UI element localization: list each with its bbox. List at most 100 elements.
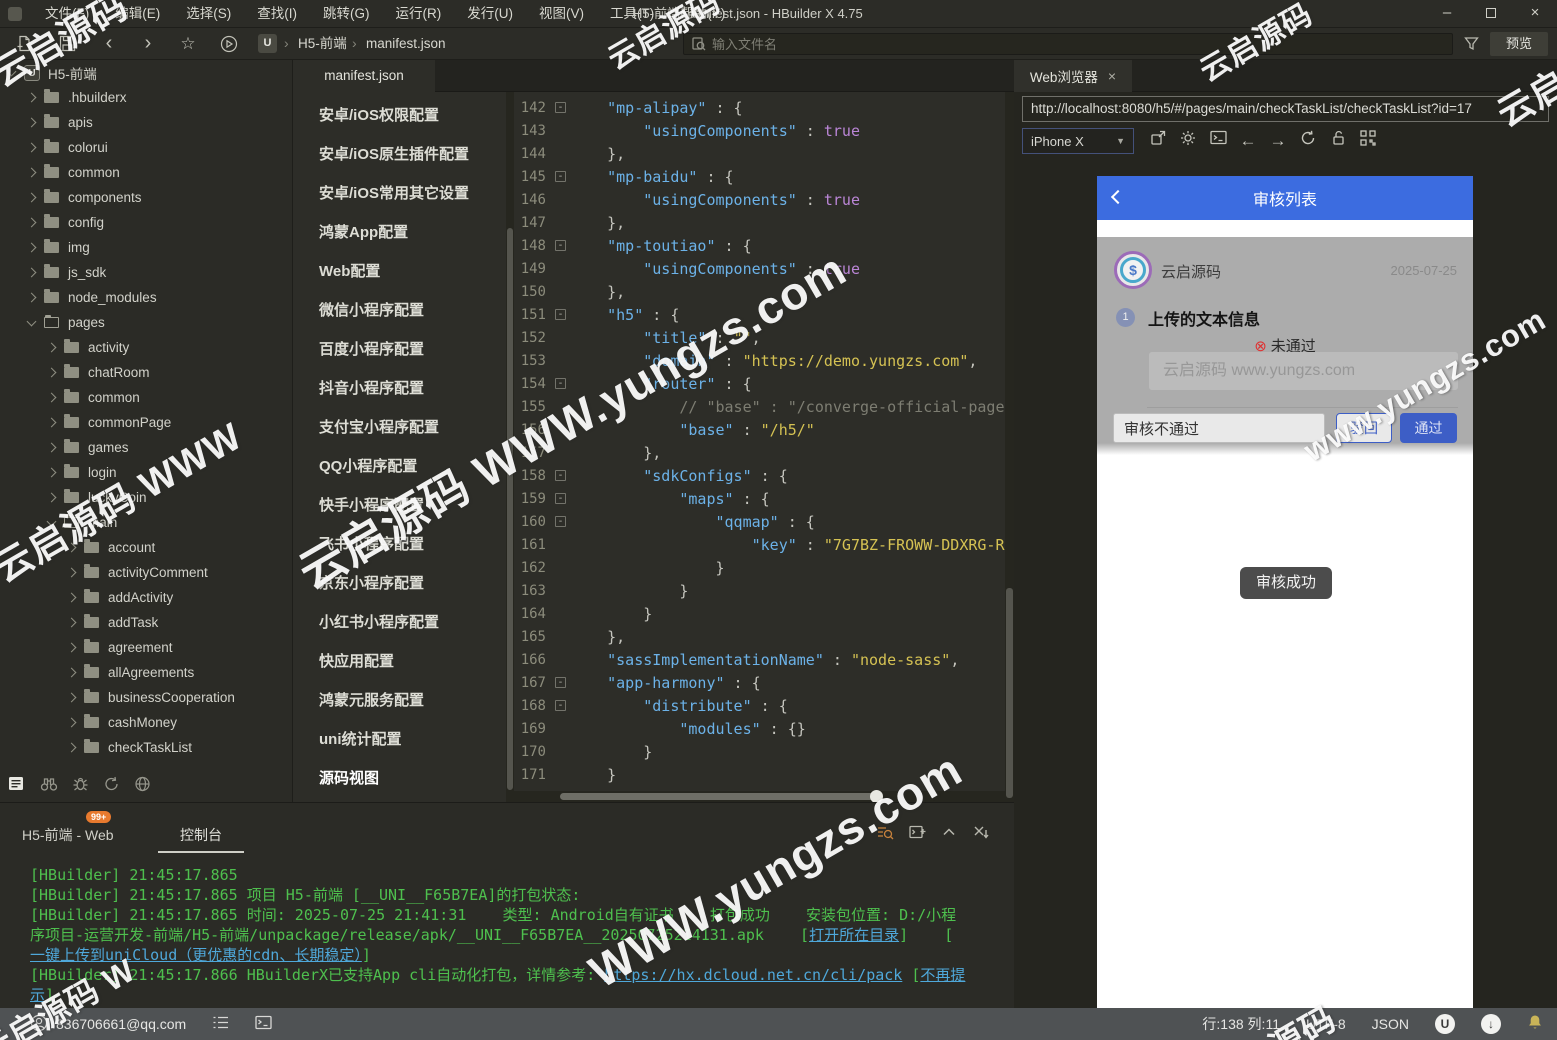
tree-item-addTask[interactable]: addTask bbox=[0, 610, 292, 635]
tree-item-config[interactable]: config bbox=[0, 210, 292, 235]
tree-item-agreement[interactable]: agreement bbox=[0, 635, 292, 660]
fold-marker[interactable]: - bbox=[550, 378, 571, 389]
config-item[interactable]: uni统计配置 bbox=[293, 720, 513, 759]
uni-badge-icon[interactable]: U bbox=[1435, 1014, 1455, 1034]
fold-marker[interactable]: - bbox=[550, 677, 571, 688]
editor-horizontal-scrollbar-thumb[interactable] bbox=[560, 793, 878, 800]
browser-back-button[interactable]: ← bbox=[1236, 130, 1260, 152]
update-icon[interactable]: ↓ bbox=[1481, 1014, 1501, 1034]
tree-item-img[interactable]: img bbox=[0, 235, 292, 260]
config-item[interactable]: 鸿蒙App配置 bbox=[293, 213, 513, 252]
project-explorer[interactable]: U H5-前端 .hbuilderx apis colorui common compone… bbox=[0, 60, 293, 802]
chevron-right-icon[interactable] bbox=[46, 442, 57, 453]
tree-item-commonPage[interactable]: commonPage bbox=[0, 410, 292, 435]
chevron-right-icon[interactable] bbox=[26, 142, 37, 153]
collapse-panel-button[interactable] bbox=[938, 825, 960, 845]
menu-item[interactable]: 视图(V) bbox=[526, 0, 597, 28]
config-item[interactable]: 源码视图 bbox=[293, 759, 513, 798]
chevron-right-icon[interactable] bbox=[46, 467, 57, 478]
config-item[interactable]: 安卓/iOS原生插件配置 bbox=[293, 135, 513, 174]
open-external-button[interactable] bbox=[1146, 130, 1170, 152]
qr-code-button[interactable] bbox=[1356, 130, 1380, 152]
menu-item[interactable]: 跳转(G) bbox=[310, 0, 383, 28]
chevron-down-icon[interactable] bbox=[6, 66, 17, 76]
chevron-right-icon[interactable] bbox=[66, 567, 77, 578]
menu-item[interactable]: 发行(U) bbox=[454, 0, 526, 28]
review-comment-input[interactable] bbox=[1113, 413, 1325, 443]
fold-box-icon[interactable]: - bbox=[555, 677, 566, 688]
bookmark-button[interactable]: ☆ bbox=[176, 32, 200, 56]
fold-box-icon[interactable]: - bbox=[555, 309, 566, 320]
chevron-right-icon[interactable] bbox=[26, 117, 37, 128]
chevron-right-icon[interactable] bbox=[46, 342, 57, 353]
chevron-right-icon[interactable] bbox=[26, 217, 37, 228]
reject-button[interactable]: 驳回 bbox=[1336, 413, 1392, 443]
chevron-right-icon[interactable] bbox=[26, 192, 37, 203]
console-toggle-button[interactable] bbox=[1206, 130, 1230, 152]
fold-marker[interactable]: - bbox=[550, 171, 571, 182]
account-email[interactable]: 836706661@qq.com bbox=[56, 1016, 186, 1032]
config-item[interactable]: 小红书小程序配置 bbox=[293, 603, 513, 642]
tree-item-chatRoom[interactable]: chatRoom bbox=[0, 360, 292, 385]
tree-item-H5-前端[interactable]: U H5-前端 bbox=[0, 60, 292, 85]
fold-box-icon[interactable]: - bbox=[555, 378, 566, 389]
file-search-box[interactable] bbox=[683, 33, 1453, 55]
cursor-position[interactable]: 行:138 列:11 bbox=[1202, 1014, 1280, 1034]
tree-item-components[interactable]: components bbox=[0, 185, 292, 210]
chevron-right-icon[interactable] bbox=[66, 592, 77, 603]
chevron-right-icon[interactable] bbox=[26, 92, 37, 103]
tab-manifest-json[interactable]: manifest.json bbox=[293, 60, 435, 92]
bell-icon[interactable] bbox=[1527, 1014, 1543, 1034]
lock-button[interactable] bbox=[1326, 130, 1350, 152]
console-tab[interactable]: 控制台 bbox=[158, 825, 244, 845]
console-project-tab[interactable]: H5-前端 - Web bbox=[22, 825, 114, 845]
new-file-button[interactable] bbox=[12, 32, 36, 56]
fold-box-icon[interactable]: - bbox=[555, 240, 566, 251]
chevron-right-icon[interactable] bbox=[66, 742, 77, 753]
tree-item-games[interactable]: games bbox=[0, 435, 292, 460]
file-search-input[interactable] bbox=[712, 36, 1312, 52]
chevron-right-icon[interactable] bbox=[66, 617, 77, 628]
search-binoculars-icon[interactable] bbox=[40, 776, 58, 797]
close-tab-icon[interactable]: × bbox=[1108, 68, 1116, 84]
chevron-down-icon[interactable] bbox=[46, 516, 57, 526]
config-item[interactable]: 百度小程序配置 bbox=[293, 330, 513, 369]
chevron-right-icon[interactable] bbox=[66, 692, 77, 703]
console-link[interactable]: 一键上传到uniCloud（更优惠的cdn、长期稳定） bbox=[30, 946, 362, 964]
menu-item[interactable]: 编辑(E) bbox=[102, 0, 173, 28]
chevron-right-icon[interactable] bbox=[46, 367, 57, 378]
tree-item-activityComment[interactable]: activityComment bbox=[0, 560, 292, 585]
config-item[interactable]: 飞书小程序配置 bbox=[293, 525, 513, 564]
encoding-indicator[interactable]: UTF-8 bbox=[1306, 1016, 1346, 1032]
breadcrumb-project[interactable]: H5-前端 bbox=[298, 34, 347, 54]
chevron-right-icon[interactable] bbox=[46, 492, 57, 503]
chevron-right-icon[interactable] bbox=[66, 642, 77, 653]
tree-item-checkTaskList[interactable]: checkTaskList bbox=[0, 735, 292, 760]
config-item[interactable]: 京东小程序配置 bbox=[293, 564, 513, 603]
chevron-right-icon[interactable] bbox=[26, 242, 37, 253]
preview-button[interactable]: 预览 bbox=[1490, 32, 1548, 56]
config-item[interactable]: Web配置 bbox=[293, 252, 513, 291]
config-item[interactable]: 支付宝小程序配置 bbox=[293, 408, 513, 447]
fold-box-icon[interactable]: - bbox=[555, 171, 566, 182]
url-bar[interactable]: http://localhost:8080/h5/#/pages/main/ch… bbox=[1022, 96, 1549, 122]
fold-box-icon[interactable]: - bbox=[555, 102, 566, 113]
config-item[interactable]: 快手小程序配置 bbox=[293, 486, 513, 525]
approve-button[interactable]: 通过 bbox=[1400, 413, 1457, 443]
console-link[interactable]: 不再提 bbox=[920, 966, 965, 984]
chevron-right-icon[interactable] bbox=[46, 417, 57, 428]
maximize-button[interactable] bbox=[1469, 0, 1513, 28]
fold-marker[interactable]: - bbox=[550, 102, 571, 113]
explorer-icon[interactable] bbox=[8, 776, 26, 797]
tab-web-browser[interactable]: Web浏览器 × bbox=[1014, 60, 1132, 92]
config-item[interactable]: 安卓/iOS权限配置 bbox=[293, 96, 513, 135]
marketplace-globe-icon[interactable] bbox=[134, 776, 151, 797]
refresh-button[interactable] bbox=[1296, 130, 1320, 152]
chevron-right-icon[interactable] bbox=[26, 167, 37, 178]
fold-marker[interactable]: - bbox=[550, 700, 571, 711]
language-indicator[interactable]: JSON bbox=[1372, 1016, 1409, 1032]
breadcrumb-file[interactable]: manifest.json bbox=[366, 34, 446, 54]
tree-item-common[interactable]: common bbox=[0, 385, 292, 410]
console-output[interactable]: [HBuilder] 21:45:17.865 [HBuilder] 21:45:… bbox=[30, 865, 1010, 1007]
tree-item-activity[interactable]: activity bbox=[0, 335, 292, 360]
